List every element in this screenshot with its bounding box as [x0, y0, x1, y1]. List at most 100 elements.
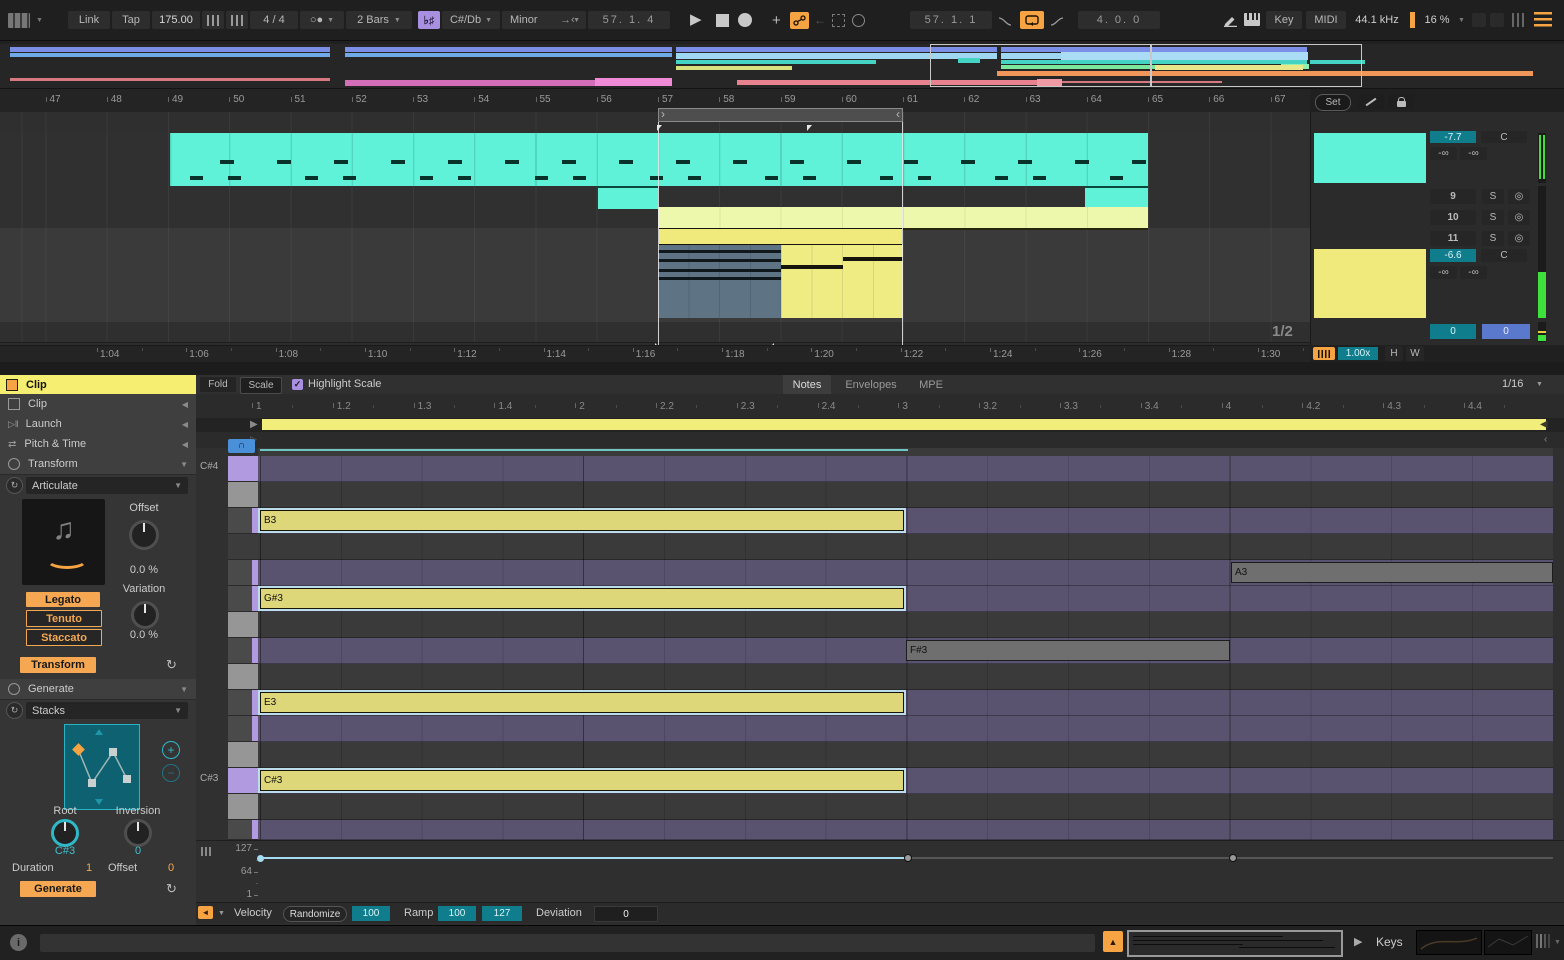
device-activator-button[interactable]: ◎: [1508, 189, 1530, 204]
clip-bass-drop[interactable]: [170, 133, 1148, 186]
solo-button[interactable]: S: [1482, 189, 1504, 204]
preview-headphone-button[interactable]: ∩: [228, 439, 255, 453]
inversion-knob[interactable]: [124, 819, 152, 847]
send-a-field[interactable]: -∞: [1430, 266, 1457, 279]
audition-button[interactable]: [1313, 347, 1335, 360]
piano-key-F3[interactable]: [228, 664, 258, 690]
velocity-breakpoint[interactable]: [1229, 854, 1237, 862]
transform-tool-selector[interactable]: Articulate▼: [26, 477, 188, 494]
section-transform[interactable]: Transform▼: [0, 454, 196, 475]
expand-icon[interactable]: ▼: [180, 460, 188, 469]
transform-rerun-icon[interactable]: ↻: [166, 657, 177, 673]
divider[interactable]: [0, 362, 1564, 375]
piano-key-C3[interactable]: [228, 794, 258, 820]
midi-note-E3[interactable]: E3: [260, 692, 904, 713]
arrangement-view[interactable]: 1/2: [0, 112, 1310, 345]
section-generate[interactable]: Generate▼: [0, 679, 196, 700]
loop-start-marker[interactable]: ▶: [250, 419, 258, 430]
piano-key-D#3[interactable]: [228, 716, 258, 742]
clip-bass-drop-short[interactable]: [598, 186, 658, 209]
generate-refresh-icon[interactable]: ↻: [6, 702, 23, 719]
chevron-down-icon[interactable]: ▼: [218, 910, 225, 917]
crossfade-field[interactable]: C: [1481, 249, 1527, 262]
device-thumbnail[interactable]: [1416, 930, 1482, 955]
generate-rerun-icon[interactable]: ↻: [166, 881, 177, 897]
deviation-value-field[interactable]: 0: [594, 906, 658, 922]
remove-voice-button[interactable]: −: [162, 764, 180, 782]
duration-value[interactable]: 1: [86, 862, 92, 874]
lane-remove-button[interactable]: ◄: [198, 906, 213, 919]
velocity-breakpoint[interactable]: [904, 854, 912, 862]
add-voice-button[interactable]: +: [162, 741, 180, 759]
collapse-icon[interactable]: ◀: [182, 400, 188, 409]
device-activator-button[interactable]: ◎: [1508, 210, 1530, 225]
section-launch[interactable]: ▷‖Launch◀: [0, 414, 196, 435]
tab-notes[interactable]: Notes: [783, 375, 831, 394]
midi-note-G#3[interactable]: G#3: [260, 588, 904, 609]
crossfade-field[interactable]: C: [1481, 131, 1527, 143]
send-a-field[interactable]: -∞: [1430, 147, 1457, 160]
menu-icon[interactable]: [1534, 12, 1552, 27]
chevron-down-icon[interactable]: ▼: [1458, 17, 1465, 24]
info-icon[interactable]: i: [10, 934, 27, 951]
preview-play-icon[interactable]: ▶: [1354, 935, 1362, 948]
ramp-to-field[interactable]: 127: [482, 906, 522, 921]
transform-button[interactable]: Transform: [20, 657, 96, 673]
device-thumbnail[interactable]: [1484, 930, 1532, 955]
clip-mini-overview[interactable]: [1127, 930, 1343, 957]
chevron-down-icon[interactable]: ▼: [1554, 939, 1561, 946]
chevron-down-icon[interactable]: ▼: [1536, 381, 1543, 388]
piano-key-D3[interactable]: [228, 742, 258, 768]
scale-fold-button[interactable]: Scale: [240, 377, 282, 394]
piano-key-C#3[interactable]: [228, 768, 258, 794]
midi-note-B3[interactable]: B3: [260, 510, 904, 531]
send-b-field[interactable]: -∞: [1460, 266, 1487, 279]
offset-value[interactable]: 0.0 %: [108, 564, 180, 576]
lock-envelopes-button[interactable]: [1388, 94, 1414, 109]
inversion-value[interactable]: 0: [100, 845, 176, 857]
tenuto-button[interactable]: Tenuto: [26, 610, 102, 627]
randomize-value-field[interactable]: 100: [352, 906, 390, 921]
ramp-from-field[interactable]: 100: [438, 906, 476, 921]
loop-end-marker[interactable]: ◀: [1540, 419, 1548, 430]
track-color-block[interactable]: [1314, 133, 1426, 183]
root-value[interactable]: C#3: [30, 845, 100, 857]
clip-synth-riser[interactable]: [658, 207, 1148, 230]
tab-envelopes[interactable]: Envelopes: [839, 375, 903, 394]
device-activator-button[interactable]: ◎: [1508, 231, 1530, 246]
pan-field[interactable]: -6.6: [1430, 249, 1476, 262]
track-color-block[interactable]: [1314, 249, 1426, 318]
piano-key-A#3[interactable]: [228, 534, 258, 560]
piano-key-B2[interactable]: [228, 820, 258, 840]
piano-key-C#4[interactable]: [228, 456, 258, 482]
track-number[interactable]: 9: [1430, 189, 1476, 204]
tempo-follow-field[interactable]: 0: [1482, 324, 1530, 339]
pan-field[interactable]: -7.7: [1430, 131, 1476, 143]
playback-speed-field[interactable]: 1.00x: [1338, 347, 1378, 360]
set-locator-button[interactable]: Set: [1315, 94, 1351, 111]
clip-bass-drop-short[interactable]: [1085, 186, 1148, 209]
clip-keys-selected-region[interactable]: [658, 245, 781, 318]
track-number[interactable]: 11: [1430, 231, 1476, 246]
piano-key-F#3[interactable]: [228, 638, 258, 664]
lane-chooser-icon[interactable]: [201, 847, 211, 856]
fade-toggle-button[interactable]: [1358, 94, 1384, 109]
randomize-button[interactable]: Randomize: [283, 906, 347, 922]
staccato-button[interactable]: Staccato: [26, 629, 102, 646]
piano-roll[interactable]: ∩C#4C#3B3G#3E3C#3F#3A3: [196, 448, 1564, 840]
piano-key-G3[interactable]: [228, 612, 258, 638]
velocity-lane[interactable]: 127641: [196, 840, 1564, 903]
piano-key-E3[interactable]: [228, 690, 258, 716]
tab-mpe[interactable]: MPE: [911, 375, 951, 394]
fold-button[interactable]: Fold: [200, 377, 236, 392]
legato-button[interactable]: Legato: [26, 592, 100, 607]
velocity-breakpoint[interactable]: [257, 855, 264, 862]
piano-key-G#3[interactable]: [228, 586, 258, 612]
width-zoom-button[interactable]: W: [1406, 346, 1424, 361]
clip-keys-header[interactable]: [658, 228, 903, 245]
pan-field[interactable]: 0: [1430, 324, 1476, 339]
height-zoom-button[interactable]: H: [1385, 346, 1403, 361]
midi-note-F#3[interactable]: F#3: [906, 640, 1230, 661]
track-number[interactable]: 10: [1430, 210, 1476, 225]
offset-knob[interactable]: [129, 520, 159, 550]
